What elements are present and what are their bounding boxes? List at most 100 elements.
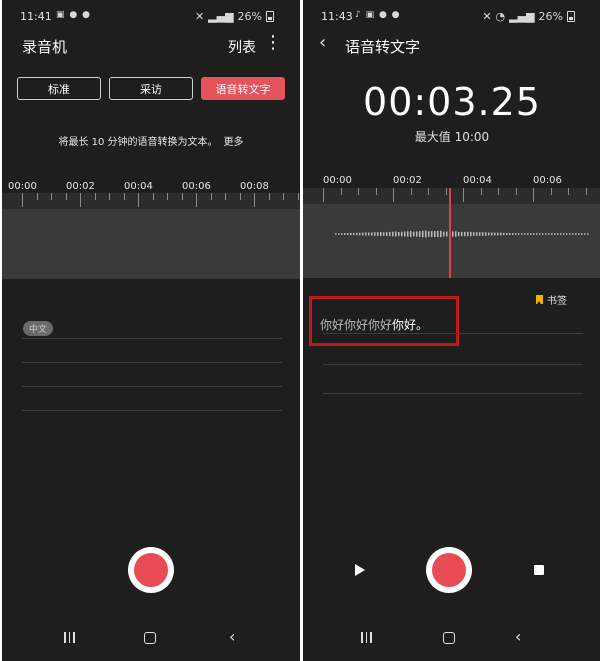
record-button[interactable] [426,547,472,593]
waveform-bar [410,231,412,237]
divider [22,410,282,411]
waveform-bar [479,232,481,236]
waveform-area [2,209,300,279]
signal-icon: ▂▄▆ [208,10,234,23]
waveform-bar [563,233,565,235]
ruler-tick [167,193,168,200]
mute-icon: ✕ [482,10,492,23]
waveform-bar [554,233,556,235]
ruler-tick [340,188,342,195]
waveform-bar [419,231,421,237]
waveform-bar [455,231,457,237]
waveform-bar [527,233,529,235]
ruler-tick [22,193,23,207]
elapsed-timer: 00:03.25 [363,80,541,124]
waveform-bar [572,233,574,235]
waveform-bar [557,233,559,235]
ruler-tick [138,193,139,207]
waveform-bar [380,231,382,237]
ruler-tick [181,193,183,200]
info-row: 将最长 10 分钟的语音转换为文本。 更多 [2,133,300,148]
stop-icon[interactable] [534,565,544,575]
waveform-bar [386,232,388,236]
list-button[interactable]: 列表 [228,37,256,57]
waveform-bar [500,232,502,236]
ruler-tick [36,193,38,200]
wifi-icon: ◔ [495,10,506,23]
mode-speech-to-text-button[interactable]: 语音转文字 [201,77,285,100]
waveform-bar [362,232,364,236]
ruler-tick [393,188,394,202]
waveform-bar [491,232,493,236]
waveform-bar [482,232,484,236]
waveform-bar [347,232,349,236]
waveform-bar [548,233,550,235]
waveform-bar [401,231,403,237]
nav-home-icon[interactable] [144,632,156,644]
mode-selector: 标准 采访 语音转文字 [17,77,285,100]
waveform-bar [512,233,514,235]
waveform [335,230,589,238]
ruler-tick [210,193,212,200]
bookmark-button[interactable]: 书签 [536,292,567,307]
more-link[interactable]: 更多 [224,137,244,148]
waveform-bar [437,230,439,238]
waveform-bar [353,232,355,236]
waveform-bar [485,232,487,236]
waveform-bar [569,233,571,235]
nav-back-icon[interactable]: ‹ [229,627,235,646]
nav-home-icon[interactable] [443,632,455,644]
waveform-bar [350,232,352,236]
waveform-bar [407,231,409,237]
waveform-bar [371,232,373,236]
waveform-bar [521,233,523,235]
play-icon[interactable] [355,564,365,576]
waveform-bar [356,232,358,236]
more-icon[interactable]: ⋮ [264,34,282,52]
waveform-bar [431,231,433,237]
ruler-tick [585,188,587,195]
waveform-bar [422,230,424,238]
status-time: 11:41 [20,10,52,23]
waveform-bar [464,231,466,237]
ruler-label: 00:00 [323,175,352,186]
waveform-bar [428,231,430,237]
playhead[interactable] [449,188,451,278]
waveform-bar [392,231,394,237]
back-icon[interactable]: ‹ [319,32,326,53]
ruler-tick [80,193,81,207]
nav-recent-icon[interactable] [361,632,372,643]
ruler-label: 00:08 [240,181,269,192]
ruler-tick [196,193,197,207]
waveform-bar [446,231,448,237]
nav-back-icon[interactable]: ‹ [515,627,521,646]
right-screen: 11:43 ♪ ▣ ● ● ✕ ◔ ▂▄▆ 26% ‹ 语音转文字 00:03.… [303,0,600,661]
record-icon [134,553,168,587]
nav-recent-icon[interactable] [64,632,75,643]
record-icon [432,553,466,587]
status-right: ✕ ▂▄▆ 26% [195,10,274,23]
divider [22,338,282,339]
waveform-bar [458,231,460,237]
waveform-bar [545,233,547,235]
status-time: 11:43 [321,10,353,23]
ruler-tick [283,193,284,200]
nav-bar: ‹ [2,626,300,650]
mute-icon: ✕ [194,10,205,23]
page-title: 语音转文字 [345,38,421,56]
waveform-bar [578,233,580,235]
transcript-faint: 你好你好你好 [320,318,393,332]
ruler-tick [498,188,499,195]
mode-interview-button[interactable]: 采访 [109,77,193,100]
ruler-tick [550,188,552,195]
waveform-bar [359,232,361,236]
ruler-tick [323,188,324,202]
waveform-bar [566,233,568,235]
ruler-tick [94,193,96,200]
waveform-bar [461,231,463,237]
waveform-bar [377,232,379,236]
waveform-area [303,204,600,278]
record-button[interactable] [128,547,174,593]
waveform-bar [374,232,376,236]
mode-standard-button[interactable]: 标准 [17,77,101,100]
